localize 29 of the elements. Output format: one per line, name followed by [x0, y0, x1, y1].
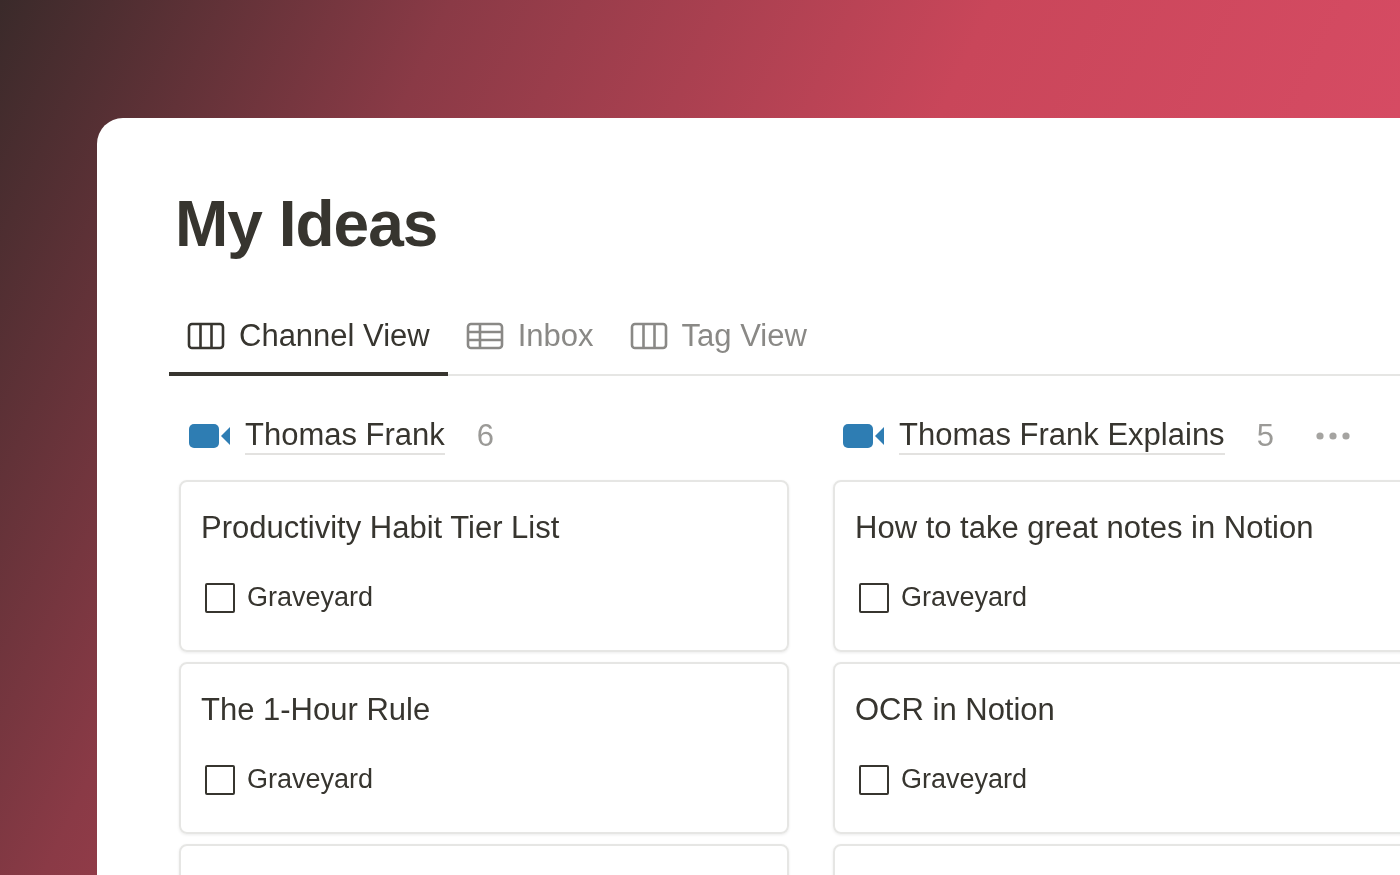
card-title: The 1-Hour Rule [201, 692, 432, 728]
card-title: How to take great notes in Notion [855, 510, 1315, 546]
checkbox[interactable] [859, 582, 889, 613]
idea-card[interactable]: OCR in Notion Graveyard [833, 662, 1400, 834]
idea-card[interactable]: Productivity Habit Tier List Graveyard [179, 480, 789, 652]
checkbox[interactable] [205, 582, 235, 613]
view-tab[interactable]: Inbox [447, 308, 612, 376]
board-icon [629, 322, 668, 350]
idea-card[interactable]: The 1-Hour Rule Graveyard [179, 662, 789, 834]
group-name[interactable]: Thomas Frank Explains [899, 417, 1225, 455]
group-count: 6 [476, 418, 495, 454]
checkbox[interactable] [859, 764, 889, 795]
view-tab[interactable]: Channel View [169, 308, 448, 376]
checkbox-label: Graveyard [247, 582, 374, 613]
video-camera-icon [843, 423, 885, 449]
page-title: My Ideas [175, 188, 439, 260]
checkbox-label: Graveyard [901, 582, 1028, 613]
idea-card[interactable]: How to take great notes in Notion Graveyard [833, 480, 1400, 652]
checkbox-label: Graveyard [901, 764, 1028, 795]
checkbox[interactable] [205, 764, 235, 795]
board-icon [187, 322, 225, 350]
card-title: Productivity Habit Tier List [201, 510, 561, 546]
card-title: OCR in Notion [855, 692, 1056, 728]
group-count: 5 [1256, 418, 1274, 454]
group-name[interactable]: Thomas Frank [245, 417, 445, 455]
video-camera-icon [189, 423, 231, 449]
checkbox-label: Graveyard [247, 764, 374, 795]
view-tab[interactable]: Tag View [611, 308, 825, 376]
table-icon [465, 322, 504, 350]
